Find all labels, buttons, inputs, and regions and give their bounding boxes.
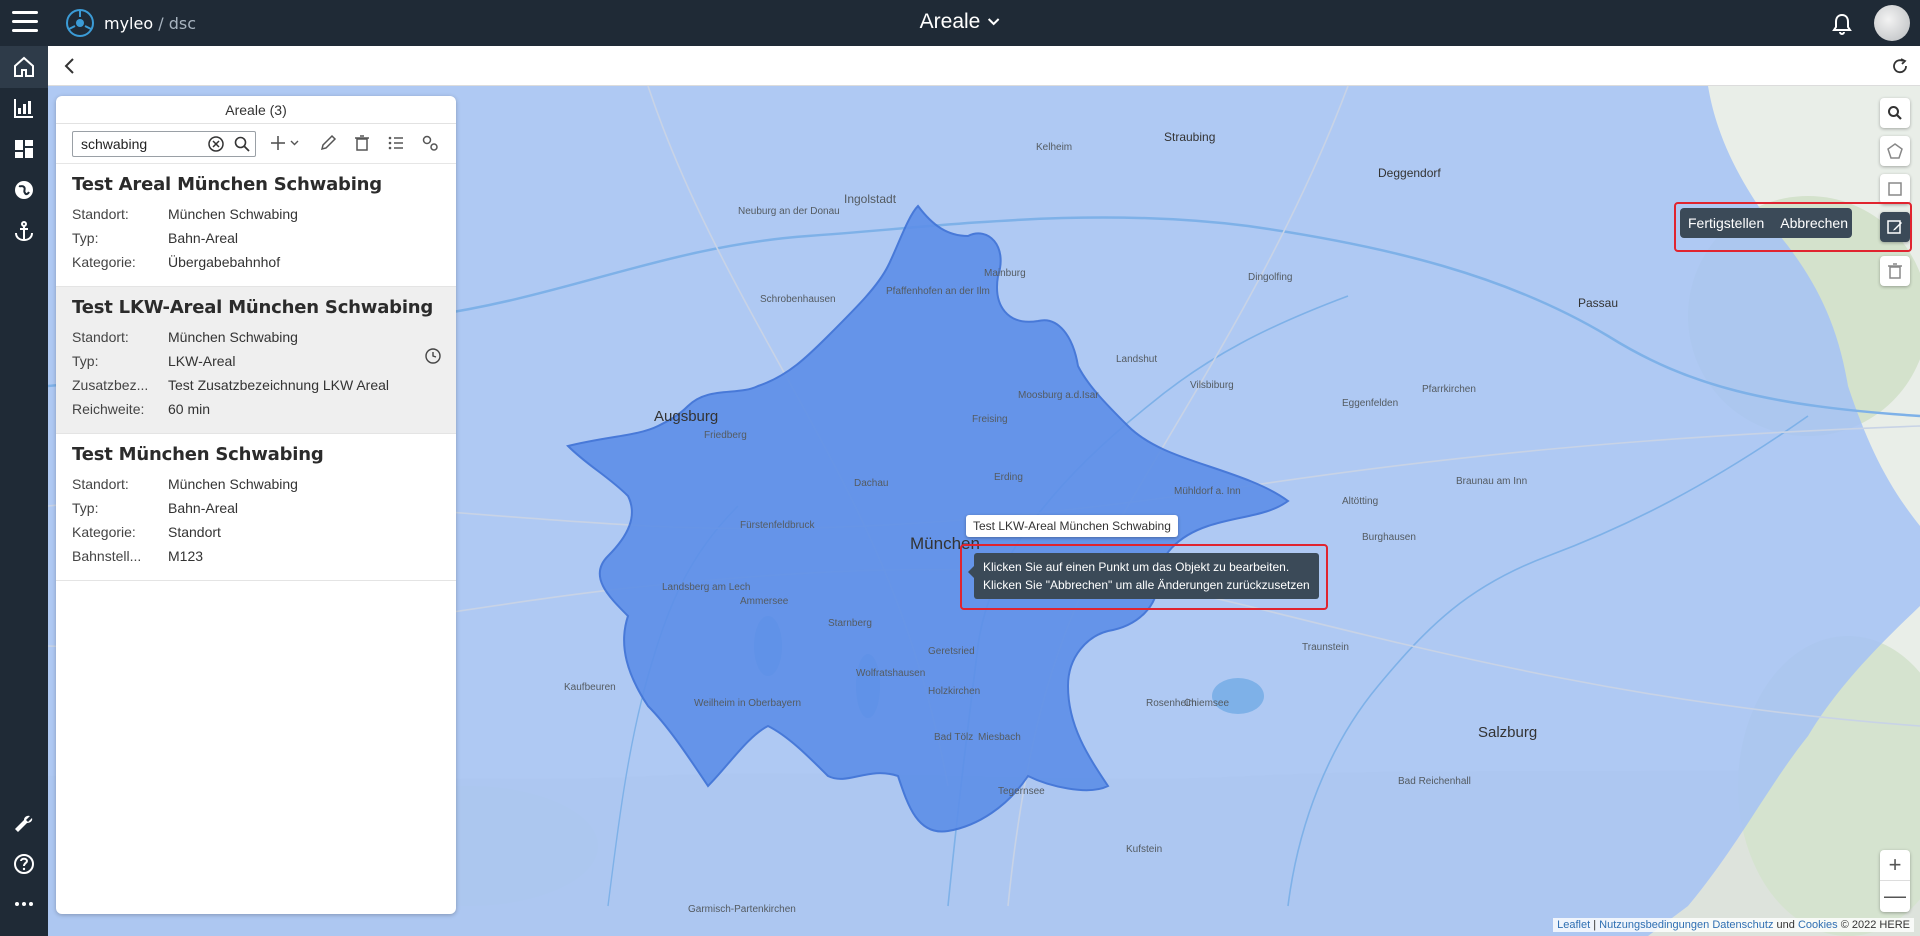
leaflet-link[interactable]: Leaflet [1557, 919, 1590, 931]
add-dropdown-icon[interactable] [270, 133, 302, 153]
zoom-in-button[interactable]: + [1880, 850, 1910, 881]
edit-layers-button[interactable] [1880, 212, 1910, 242]
edit-icon [1887, 220, 1902, 234]
help-icon[interactable] [12, 852, 36, 876]
zoom-control: + — [1880, 850, 1910, 912]
back-arrow-icon[interactable] [60, 56, 80, 76]
search-input[interactable] [73, 132, 201, 156]
areas-panel: Areale (3) Test Areal München Schwabing … [56, 96, 456, 914]
settings-icon[interactable] [420, 133, 440, 153]
wrench-icon[interactable] [12, 812, 36, 836]
rectangle-icon [1888, 182, 1902, 196]
area-name-tooltip: Test LKW-Areal München Schwabing [966, 515, 1178, 537]
delete-layers-button[interactable] [1880, 256, 1910, 286]
zoom-out-button[interactable]: — [1880, 881, 1910, 912]
clock-icon[interactable] [424, 347, 442, 365]
globe-icon[interactable] [12, 178, 36, 202]
top-bar: myleo / dsc Areale [0, 0, 1920, 46]
draw-rectangle-button[interactable] [1880, 174, 1910, 204]
list-item-selected[interactable]: Test LKW-Areal München Schwabing Standor… [56, 287, 456, 434]
draw-polygon-button[interactable] [1880, 136, 1910, 166]
trash-icon[interactable] [352, 133, 372, 153]
page-title: Areale [919, 10, 981, 33]
brand-text: myleo / dsc [104, 13, 196, 33]
help-line-1: Klicken Sie auf einen Punkt um das Objek… [983, 560, 1290, 574]
analytics-icon[interactable] [12, 96, 36, 120]
item-title: Test München Schwabing [72, 444, 324, 465]
chevron-down-icon [987, 18, 1000, 26]
page-title-dropdown[interactable]: Areale [920, 10, 1001, 34]
avatar[interactable] [1874, 5, 1910, 41]
item-title: Test Areal München Schwabing [72, 174, 382, 195]
terms-link[interactable]: Nutzungsbedingungen [1599, 919, 1709, 931]
search-icon[interactable] [233, 135, 251, 153]
brand-logo-icon [66, 9, 94, 37]
trash-icon [1888, 263, 1902, 279]
item-title: Test LKW-Areal München Schwabing [72, 297, 434, 318]
dashboard-icon[interactable] [12, 137, 36, 161]
cancel-button[interactable]: Abbrechen [1772, 215, 1856, 231]
panel-toolbar [56, 124, 456, 164]
panel-title: Areale (3) [56, 96, 456, 124]
bell-icon[interactable] [1830, 12, 1854, 36]
list-item[interactable]: Test München Schwabing Standort: München … [56, 434, 456, 581]
search-icon [1888, 106, 1902, 120]
anchor-icon[interactable] [12, 219, 36, 243]
list-item[interactable]: Test Areal München Schwabing Standort: Mü… [56, 164, 456, 287]
brand[interactable]: myleo / dsc [64, 6, 196, 40]
map-attribution: Leaflet | Nutzungsbedingungen Datenschut… [1553, 918, 1914, 932]
sub-toolbar [48, 46, 1920, 86]
pencil-icon[interactable] [318, 133, 338, 153]
edit-actions: Fertigstellen Abbrechen [1680, 208, 1852, 238]
map-search-button[interactable] [1880, 98, 1910, 128]
hamburger-menu-icon[interactable] [12, 11, 38, 33]
help-line-2: Klicken Sie "Abbrechen" um alle Änderung… [983, 578, 1310, 592]
privacy-link[interactable]: Datenschutz [1712, 919, 1773, 931]
left-nav [0, 46, 48, 936]
refresh-icon[interactable] [1890, 56, 1910, 76]
polygon-icon [1887, 143, 1903, 159]
cookies-link[interactable]: Cookies [1798, 919, 1838, 931]
home-icon[interactable] [12, 55, 36, 79]
list-icon[interactable] [386, 133, 406, 153]
edit-help-tooltip: Klicken Sie auf einen Punkt um das Objek… [968, 553, 1319, 599]
search-box [72, 131, 256, 157]
more-icon[interactable] [12, 892, 36, 916]
clear-search-icon[interactable] [207, 135, 225, 153]
finish-button[interactable]: Fertigstellen [1680, 215, 1772, 231]
